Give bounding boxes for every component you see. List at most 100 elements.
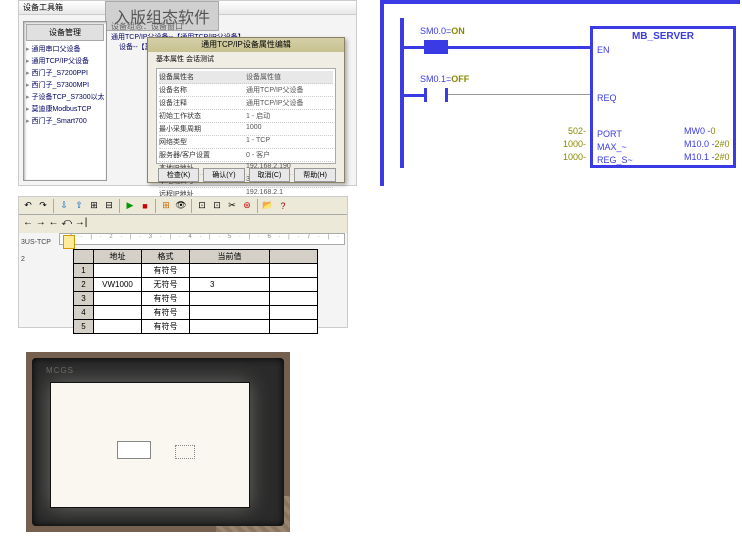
tool2-icon[interactable]: ⊡ — [210, 199, 224, 213]
col-blank — [270, 250, 318, 264]
data-grid[interactable]: 地址 格式 当前值 1有符号 2VW1000无符号3 3有符号 4有符号 5有符… — [73, 249, 318, 334]
prop-header-value: 设备属性值 — [246, 72, 333, 82]
row-num: 2 — [74, 278, 94, 292]
delete-icon[interactable]: ⊟ — [102, 199, 116, 213]
hmi-brand: MCGS — [46, 366, 74, 375]
device-tree: 设备管理 通用串口父设备 通用TCP/IP父设备 西门子_S7200PPI 西门… — [23, 21, 107, 181]
find-icon[interactable]: ⊛ — [240, 199, 254, 213]
dialog-title: 通用TCP/IP设备属性编辑 — [148, 38, 344, 52]
val-port: 502- — [554, 126, 586, 136]
dialog-tabs[interactable]: 基本属性 会话测试 — [148, 52, 344, 66]
config-software-panel: 设备工具箱 入版组态软件 设备管理 通用串口父设备 通用TCP/IP父设备 西门… — [18, 0, 357, 186]
toolbar: ↶ ↷ ⇩ ⇧ ⊞ ⊟ ▶ ■ ⊞ 👁 ⊡ ⊡ ✂ ⊛ 📂 ? — [19, 197, 347, 215]
rung-wire — [404, 94, 424, 97]
stop-icon[interactable]: ■ — [138, 199, 152, 213]
monitor-icon[interactable]: 👁 — [174, 199, 188, 213]
cell[interactable] — [190, 320, 270, 334]
col-addr: 地址 — [94, 250, 142, 264]
tree-item[interactable]: 通用串口父设备 — [26, 43, 104, 55]
cell[interactable] — [190, 292, 270, 306]
ladder-rail — [400, 18, 404, 168]
hmi-input-widget[interactable] — [117, 441, 151, 459]
cell[interactable] — [270, 292, 318, 306]
document-icon[interactable] — [63, 235, 75, 249]
content-header-text: 设备组态：设备窗口 — [111, 22, 183, 31]
side-label: 3US-TCP 2 — [19, 237, 59, 265]
tool1-icon[interactable]: ⊡ — [195, 199, 209, 213]
tree-item[interactable]: 子设备TCP_S7300以太网 — [26, 91, 104, 103]
data-table-panel: ↶ ↷ ⇩ ⇧ ⊞ ⊟ ▶ ■ ⊞ 👁 ⊡ ⊡ ✂ ⊛ 📂 ? ← → ← ⤺ … — [18, 196, 348, 328]
plc-ladder-panel: SM0.0=ON SM0.1=OFF MB_SERVER EN REQ PORT… — [380, 0, 740, 186]
cell[interactable] — [190, 306, 270, 320]
tree-item[interactable]: 西门子_S7200PPI — [26, 67, 104, 79]
row-num: 1 — [74, 264, 94, 278]
rung-wire — [404, 46, 424, 49]
insert-icon[interactable]: ⊞ — [87, 199, 101, 213]
cut-icon[interactable]: ✂ — [225, 199, 239, 213]
contact1-label: SM0.0=ON — [420, 26, 465, 36]
cell[interactable] — [270, 306, 318, 320]
out-max: M10.0 -2#0 — [684, 139, 730, 149]
cell[interactable] — [94, 292, 142, 306]
open-icon[interactable]: 📂 — [261, 199, 275, 213]
run-icon[interactable]: ▶ — [123, 199, 137, 213]
cell[interactable] — [94, 264, 142, 278]
hmi-screen[interactable] — [50, 382, 250, 508]
rung-wire-off — [448, 94, 590, 95]
tree-item[interactable]: 西门子_Smart700 — [26, 115, 104, 127]
chart-icon[interactable]: ⊞ — [159, 199, 173, 213]
tree-header: 设备管理 — [26, 24, 104, 41]
prop-val[interactable]: 1 - 启动 — [246, 111, 333, 121]
download-icon[interactable]: ⇩ — [57, 199, 71, 213]
prop-key: 服务器/客户设置 — [159, 150, 246, 160]
help-button[interactable]: 帮助(H) — [294, 168, 336, 182]
tree-item[interactable]: 通用TCP/IP父设备 — [26, 55, 104, 67]
cell[interactable] — [94, 320, 142, 334]
prop-key: 最小采集周期 — [159, 124, 246, 134]
cancel-button[interactable]: 取消(C) — [249, 168, 291, 182]
tree-item[interactable]: 西门子_S7300MPI — [26, 79, 104, 91]
cell[interactable]: 有符号 — [142, 306, 190, 320]
property-dialog: 通用TCP/IP设备属性编辑 基本属性 会话测试 设备属性名 设备属性值 设备名… — [147, 37, 345, 183]
prop-val[interactable]: 通用TCP/IP父设备 — [246, 98, 333, 108]
redo-icon[interactable]: ↷ — [36, 199, 50, 213]
pin-reg: REG_S~ — [597, 155, 633, 165]
prop-header-name: 设备属性名 — [159, 72, 246, 82]
cell[interactable]: 有符号 — [142, 292, 190, 306]
prop-val[interactable]: 通用TCP/IP父设备 — [246, 85, 333, 95]
prop-key: 初始工作状态 — [159, 111, 246, 121]
undo-icon[interactable]: ↶ — [21, 199, 35, 213]
cell[interactable]: 无符号 — [142, 278, 190, 292]
ok-button[interactable]: 确认(Y) — [203, 168, 244, 182]
pin-en: EN — [597, 45, 610, 55]
prop-val[interactable]: 1 - TCP — [246, 137, 333, 147]
cell[interactable] — [94, 306, 142, 320]
rung-wire — [448, 46, 590, 49]
cell[interactable]: VW1000 — [94, 278, 142, 292]
record-nav[interactable]: ← → ← ⤺ →| — [19, 215, 347, 233]
corner-cell — [74, 250, 94, 264]
ruler: · 1 · | · 2 · | · 3 · | · 4 · | · 5 · | … — [59, 233, 345, 245]
cell[interactable]: 有符号 — [142, 264, 190, 278]
prop-key: 设备名称 — [159, 85, 246, 95]
help-icon[interactable]: ? — [276, 199, 290, 213]
prop-val[interactable]: 1000 — [246, 124, 333, 134]
row-num: 4 — [74, 306, 94, 320]
tree-item[interactable]: 莫迪康ModbusTCP — [26, 103, 104, 115]
cell[interactable]: 有符号 — [142, 320, 190, 334]
cell[interactable] — [190, 264, 270, 278]
check-button[interactable]: 检查(K) — [158, 168, 199, 182]
prop-val[interactable]: 0 - 客户 — [246, 150, 333, 160]
prop-key: 网络类型 — [159, 137, 246, 147]
hmi-button-widget[interactable] — [175, 445, 195, 459]
cell[interactable] — [270, 264, 318, 278]
hmi-bezel: MCGS — [32, 358, 284, 526]
val-reg: 1000- — [554, 152, 586, 162]
property-grid: 设备属性名 设备属性值 设备名称通用TCP/IP父设备 设备注释通用TCP/IP… — [156, 68, 336, 164]
cell[interactable] — [270, 320, 318, 334]
cell[interactable] — [270, 278, 318, 292]
pin-port: PORT — [597, 129, 622, 139]
cell[interactable]: 3 — [190, 278, 270, 292]
upload-icon[interactable]: ⇧ — [72, 199, 86, 213]
out-reg: M10.1 -2#0 — [684, 152, 730, 162]
